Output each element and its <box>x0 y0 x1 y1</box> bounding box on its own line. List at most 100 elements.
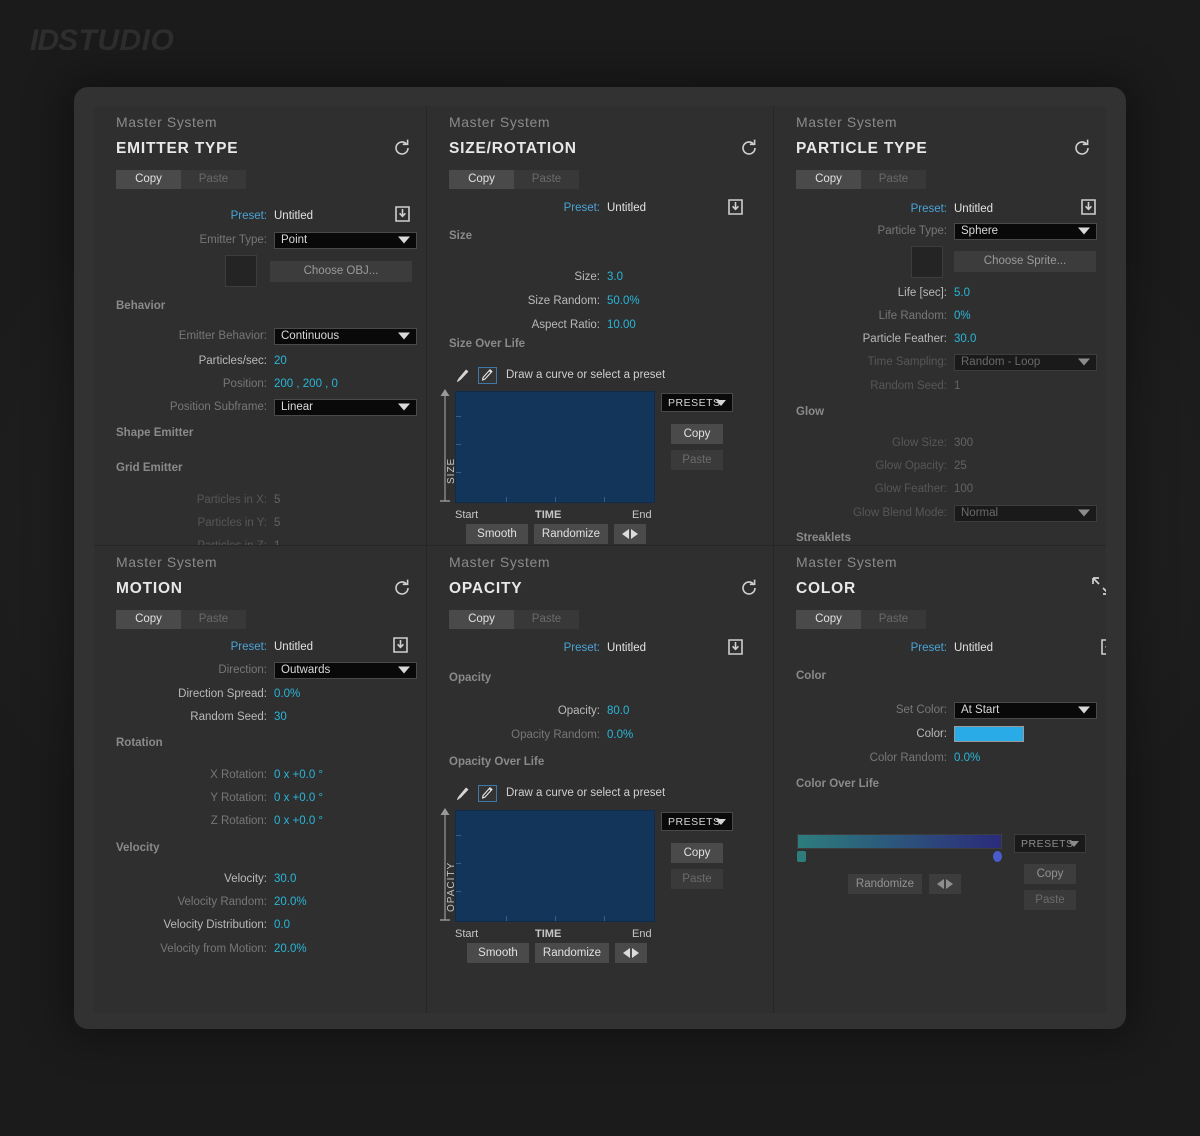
random-seed-value[interactable]: 30 <box>274 711 287 723</box>
chevron-down-icon <box>1069 840 1079 847</box>
velocity-distribution-value[interactable]: 0.0 <box>274 919 290 931</box>
copy-button[interactable]: Copy <box>796 170 861 189</box>
life-value[interactable]: 5.0 <box>954 287 970 299</box>
position-value[interactable]: 200 , 200 , 0 <box>274 378 338 390</box>
particle-feather-value[interactable]: 30.0 <box>954 333 976 345</box>
velocity-from-motion-value[interactable]: 20.0% <box>274 943 307 955</box>
panel-color: Master System COLOR Copy Paste Preset: U… <box>774 546 1106 1013</box>
size-curve-canvas[interactable] <box>455 391 655 503</box>
life-random-value[interactable]: 0% <box>954 310 971 322</box>
velocity-value[interactable]: 30.0 <box>274 873 296 885</box>
curve-presets-label: PRESETS <box>668 396 721 409</box>
preset-label: Preset: <box>230 210 267 222</box>
particle-feather-label: Particle Feather: <box>862 333 947 345</box>
size-over-life-curve-editor: Draw a curve or select a preset SIZE Sta… <box>427 106 773 545</box>
random-seed-row: Random Seed: 1 <box>774 377 1106 395</box>
life-label: Life [sec]: <box>897 287 947 299</box>
copy-button[interactable]: Copy <box>116 170 181 189</box>
chevron-down-icon <box>398 666 410 674</box>
pencil-tool-icon[interactable] <box>478 367 497 384</box>
preset-value[interactable]: Untitled <box>274 210 313 222</box>
y-rotation-value[interactable]: 0 x +0.0 ° <box>274 792 323 804</box>
particles-y-value: 5 <box>274 517 281 529</box>
save-preset-icon[interactable] <box>392 636 409 654</box>
velocity-label: Velocity: <box>224 873 267 885</box>
particles-per-sec-value[interactable]: 20 <box>274 355 287 367</box>
gradient-stop-end[interactable] <box>993 851 1002 862</box>
life-row: Life [sec]: 5.0 <box>774 284 1106 302</box>
save-preset-icon[interactable] <box>394 205 411 223</box>
prev-next-icon[interactable] <box>929 874 961 894</box>
gradient-presets-button[interactable]: PRESETS <box>1014 834 1086 853</box>
panel-subtitle: Master System <box>116 114 218 130</box>
emitter-behavior-value: Continuous <box>281 330 340 342</box>
panel-subtitle: Master System <box>796 554 898 570</box>
random-seed-label: Random Seed: <box>870 380 947 392</box>
section-color: Color <box>796 670 827 682</box>
preset-label: Preset: <box>910 642 947 654</box>
brush-tool-icon[interactable] <box>454 368 473 385</box>
particle-type-select[interactable]: Sphere <box>954 222 1097 240</box>
section-rotation: Rotation <box>116 737 163 749</box>
randomize-button[interactable]: Randomize <box>534 524 608 544</box>
copy-paste-row: Copy Paste <box>116 170 246 189</box>
emitter-type-select[interactable]: Point <box>274 231 417 249</box>
particles-x-value: 5 <box>274 494 281 506</box>
position-subframe-select[interactable]: Linear <box>274 398 417 416</box>
curve-presets-button[interactable]: PRESETS <box>661 812 733 831</box>
position-subframe-row: Position Subframe: Linear <box>94 398 426 416</box>
velocity-random-value[interactable]: 20.0% <box>274 896 307 908</box>
choose-sprite-button[interactable]: Choose Sprite... <box>954 251 1096 272</box>
save-preset-icon[interactable] <box>1080 198 1097 216</box>
gradient-copy-button[interactable]: Copy <box>1024 864 1076 884</box>
copy-button[interactable]: Copy <box>796 610 861 629</box>
glow-size-label: Glow Size: <box>892 437 947 449</box>
curve-presets-label: PRESETS <box>668 815 721 828</box>
curve-y-axis <box>440 389 450 502</box>
curve-copy-button[interactable]: Copy <box>671 843 723 863</box>
preset-value[interactable]: Untitled <box>954 642 993 654</box>
x-rotation-value[interactable]: 0 x +0.0 ° <box>274 769 323 781</box>
smooth-button[interactable]: Smooth <box>467 943 529 963</box>
emitter-obj-thumbnail[interactable] <box>225 255 257 287</box>
curve-copy-button[interactable]: Copy <box>671 424 723 444</box>
prev-next-icon[interactable] <box>614 524 646 544</box>
chevron-down-icon <box>398 236 410 244</box>
brush-tool-icon[interactable] <box>454 786 473 803</box>
reset-icon[interactable] <box>392 138 412 158</box>
set-color-select[interactable]: At Start <box>954 701 1097 719</box>
velocity-distribution-label: Velocity Distribution: <box>163 919 267 931</box>
panel-emitter-type: Master System EMITTER TYPE Copy Paste Pr… <box>94 106 427 546</box>
glow-opacity-row: Glow Opacity: 25 <box>774 457 1106 475</box>
chevron-down-icon <box>1078 227 1090 235</box>
randomize-button[interactable]: Randomize <box>535 943 609 963</box>
copy-button[interactable]: Copy <box>116 610 181 629</box>
reset-icon[interactable] <box>1072 138 1092 158</box>
emitter-type-row: Emitter Type: Point <box>94 231 426 249</box>
color-swatch[interactable] <box>954 726 1024 742</box>
direction-select[interactable]: Outwards <box>274 661 417 679</box>
curve-end-label: End <box>632 928 652 940</box>
gradient-stop-start[interactable] <box>797 851 806 862</box>
prev-next-icon[interactable] <box>615 943 647 963</box>
preset-value[interactable]: Untitled <box>954 203 993 215</box>
z-rotation-value[interactable]: 0 x +0.0 ° <box>274 815 323 827</box>
color-gradient-bar[interactable] <box>797 834 1002 849</box>
preset-value[interactable]: Untitled <box>274 641 313 653</box>
pencil-tool-icon[interactable] <box>478 785 497 802</box>
direction-spread-value[interactable]: 0.0% <box>274 688 300 700</box>
emitter-behavior-select[interactable]: Continuous <box>274 327 417 345</box>
color-random-value[interactable]: 0.0% <box>954 752 980 764</box>
particle-sprite-thumbnail[interactable] <box>911 246 943 278</box>
curve-presets-button[interactable]: PRESETS <box>661 393 733 412</box>
curve-hint-text: Draw a curve or select a preset <box>506 787 666 799</box>
gradient-randomize-button[interactable]: Randomize <box>848 874 922 894</box>
save-preset-icon[interactable] <box>1100 638 1106 656</box>
opacity-curve-canvas[interactable] <box>455 810 655 922</box>
choose-obj-button[interactable]: Choose OBJ... <box>270 261 412 282</box>
emitter-type-value: Point <box>281 234 308 246</box>
smooth-button[interactable]: Smooth <box>466 524 528 544</box>
glow-feather-label: Glow Feather: <box>874 483 947 495</box>
reset-icon[interactable] <box>392 578 412 598</box>
collapse-icon[interactable] <box>1092 577 1106 595</box>
